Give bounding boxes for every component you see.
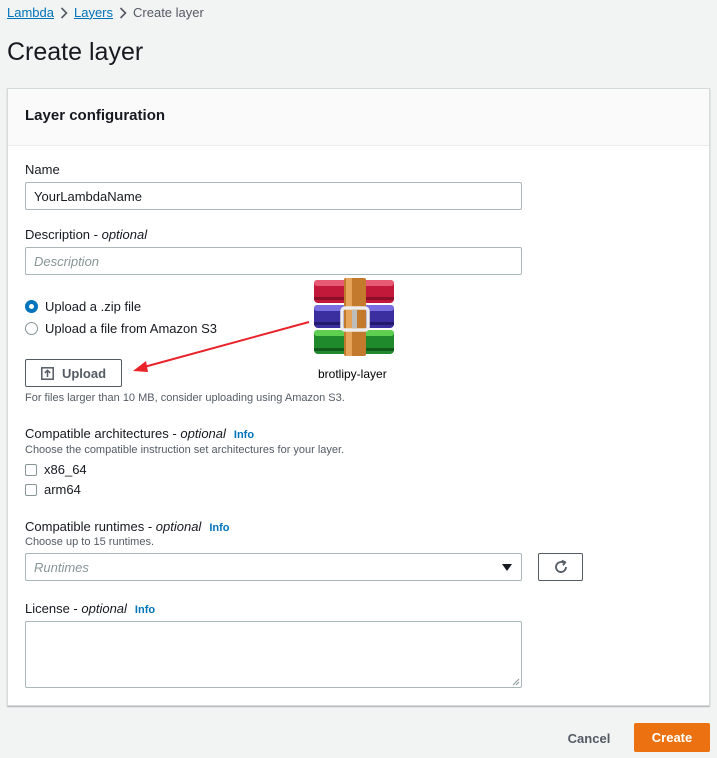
description-label-text: Description [25,227,91,242]
architectures-label-text: Compatible architectures [25,426,169,441]
upload-hint: For files larger than 10 MB, consider up… [25,392,345,404]
radio-unchecked-icon [25,322,38,335]
checkbox-icon [25,463,37,476]
file-name-label: brotlipy-layer [318,367,387,381]
optional-tag: optional [155,519,202,534]
architectures-hint: Choose the compatible instruction set ar… [25,444,345,456]
architectures-label: Compatible architectures - optional Info [25,426,255,441]
runtimes-hint: Choose up to 15 runtimes. [25,536,155,548]
winrar-archive-icon[interactable] [306,278,400,358]
caret-down-icon [502,564,512,571]
checkbox-arm64-label: arm64 [44,482,81,497]
radio-upload-zip[interactable]: Upload a .zip file [25,299,141,314]
architectures-info-link[interactable]: Info [234,429,254,441]
radio-checked-icon [25,300,38,313]
chevron-right-icon [54,5,74,19]
panel-header: Layer configuration [8,89,709,146]
radio-upload-s3[interactable]: Upload a file from Amazon S3 [25,321,217,336]
radio-upload-zip-label: Upload a .zip file [45,299,142,314]
runtimes-info-link[interactable]: Info [209,522,229,534]
checkbox-x86-64[interactable]: x86_64 [25,462,87,477]
runtimes-label-text: Compatible runtimes [25,519,145,534]
cancel-button[interactable]: Cancel [552,724,626,752]
checkbox-arm64[interactable]: arm64 [25,482,81,497]
refresh-runtimes-button[interactable] [538,553,583,581]
name-label: Name [25,162,60,177]
optional-tag: optional [180,426,226,441]
resize-grip-icon[interactable] [512,678,520,686]
breadcrumb-layers-link[interactable]: Layers [74,5,113,20]
license-info-link[interactable]: Info [135,604,155,616]
runtimes-label: Compatible runtimes - optional Info [25,519,230,534]
upload-button[interactable]: Upload [25,359,122,387]
breadcrumb-lambda-link[interactable]: Lambda [7,5,54,20]
layer-configuration-panel: Layer configuration Name YourLambdaName … [7,88,710,706]
create-button[interactable]: Create [634,723,710,752]
checkbox-icon [25,483,37,496]
runtimes-select[interactable]: Runtimes [25,553,522,581]
breadcrumb: Lambda Layers Create layer [7,4,204,20]
description-label: Description - optional [25,227,148,242]
license-label-text: License [25,601,70,616]
panel-title: Layer configuration [25,107,166,124]
chevron-right-icon [113,5,133,19]
name-input[interactable]: YourLambdaName [25,182,522,210]
upload-icon [41,366,54,380]
license-label: License - optional Info [25,601,156,616]
radio-upload-s3-label: Upload a file from Amazon S3 [45,321,217,336]
optional-tag: optional [81,601,127,616]
checkbox-x86-64-label: x86_64 [44,462,87,477]
refresh-icon [554,559,567,573]
archive-books-icon [314,278,394,356]
description-input[interactable]: Description [25,247,522,275]
page-title: Create layer [7,38,144,66]
license-textarea[interactable] [25,621,522,688]
optional-tag: optional [101,227,148,242]
breadcrumb-current: Create layer [133,4,204,20]
runtimes-placeholder: Runtimes [34,559,89,575]
upload-button-label: Upload [61,365,107,381]
